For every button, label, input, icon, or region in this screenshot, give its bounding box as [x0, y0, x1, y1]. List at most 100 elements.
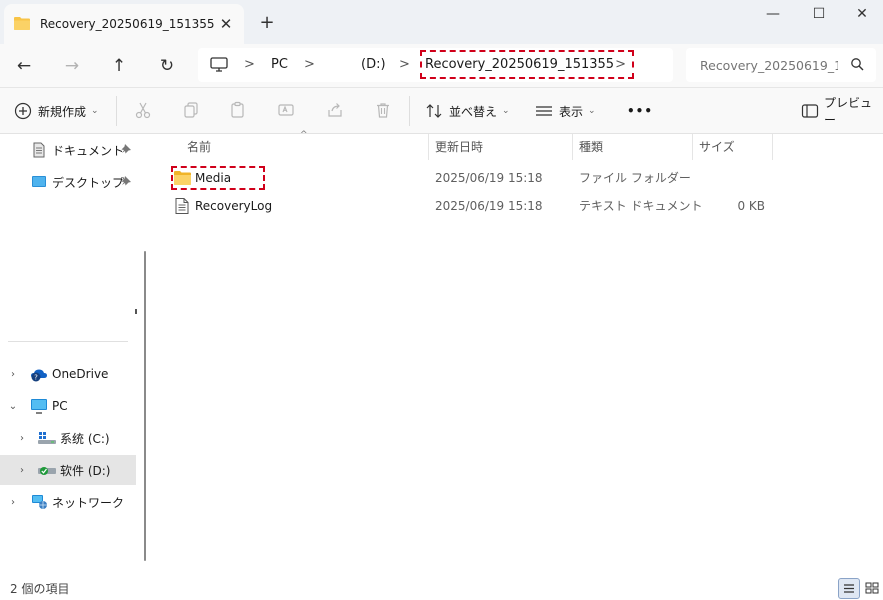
refresh-button[interactable]: ↻ — [152, 52, 182, 80]
new-button[interactable]: 新規作成 ⌄ — [14, 88, 99, 134]
preview-button[interactable]: プレビュー — [801, 88, 883, 134]
file-list: ^ 名前 更新日時 種類 サイズ Media 2025/06/19 15:18 … — [155, 130, 883, 577]
sidebar-item-documents[interactable]: ドキュメント — [0, 135, 136, 165]
breadcrumb-separator: > — [244, 57, 255, 72]
onedrive-icon: ? — [30, 366, 47, 382]
paste-icon[interactable] — [229, 101, 249, 121]
item-count: 2 個の項目 — [10, 582, 70, 596]
breadcrumb-current-folder[interactable]: Recovery_20250619_151355 > — [420, 50, 634, 79]
file-name: RecoveryLog — [195, 199, 273, 213]
trash-icon[interactable] — [374, 101, 394, 121]
tiles-view-icon[interactable] — [862, 578, 883, 599]
share-icon[interactable] — [326, 101, 346, 121]
list-view-icon — [535, 102, 553, 120]
sidebar-item-drive-c[interactable]: › 系统 (C:) — [0, 423, 136, 453]
sort-button-label: 並べ替え — [449, 104, 498, 119]
search-input[interactable] — [700, 48, 838, 82]
close-tab-button[interactable]: ✕ — [216, 14, 236, 34]
sidebar-item-label: 系统 (C:) — [60, 431, 110, 446]
sort-icon — [425, 102, 443, 120]
maximize-button[interactable]: ☐ — [797, 0, 841, 30]
pin-icon[interactable] — [121, 143, 132, 157]
breadcrumb-separator: > — [304, 57, 315, 72]
view-button-label: 表示 — [559, 104, 584, 119]
desktop-icon — [31, 174, 47, 190]
file-type: ファイル フォルダー — [579, 171, 691, 185]
column-header-type[interactable]: 種類 — [573, 134, 693, 160]
command-toolbar: 新規作成 ⌄ 並べ替え ⌄ 表示 ⌄ ••• プレビュー — [0, 88, 883, 134]
details-view-icon[interactable] — [838, 578, 860, 599]
view-button[interactable]: 表示 ⌄ — [535, 88, 596, 134]
sidebar-item-pc[interactable]: ⌄ PC — [0, 391, 136, 421]
pane-resize-handle[interactable] — [135, 309, 137, 314]
sidebar-item-label: OneDrive — [52, 367, 109, 381]
new-button-label: 新規作成 — [38, 104, 87, 119]
chevron-right-icon[interactable]: › — [7, 497, 19, 508]
file-modified: 2025/06/19 15:18 — [435, 171, 543, 185]
sidebar-divider — [8, 341, 128, 342]
pin-icon[interactable] — [121, 175, 132, 189]
minimize-button[interactable]: — — [751, 0, 795, 30]
up-button[interactable]: ↑ — [104, 52, 134, 80]
drive-d-icon — [38, 462, 56, 478]
file-size: 0 KB — [737, 199, 765, 213]
tab-title: Recovery_20250619_151355 — [40, 17, 215, 31]
rename-icon[interactable] — [277, 101, 297, 121]
sidebar-scrollbar[interactable] — [144, 251, 146, 561]
breadcrumb-drive-d[interactable]: (D:) — [361, 48, 386, 82]
highlight-box — [171, 166, 265, 190]
forward-button[interactable]: → — [57, 52, 87, 80]
plus-circle-icon — [14, 102, 32, 120]
back-button[interactable]: ← — [9, 52, 39, 80]
sidebar-item-drive-d[interactable]: › 软件 (D:) — [0, 455, 136, 485]
close-window-button[interactable]: ✕ — [840, 0, 883, 30]
chevron-down-icon[interactable]: ⌄ — [7, 401, 19, 412]
breadcrumb-chevron-icon[interactable]: > — [615, 52, 626, 77]
title-bar: Recovery_20250619_151355 ✕ + — ☐ ✕ — [0, 0, 883, 44]
drive-c-icon — [38, 429, 56, 445]
navigation-pane: ドキュメント デスクトップ › ? OneDrive ⌄ PC › 系统 (C:… — [0, 134, 155, 577]
address-bar[interactable]: > PC > (D:) > Recovery_20250619_151355 > — [198, 48, 673, 82]
breadcrumb-pc[interactable]: PC — [271, 48, 288, 82]
copy-icon[interactable] — [182, 101, 202, 121]
sidebar-item-network[interactable]: › ネットワーク — [0, 487, 136, 517]
cut-icon[interactable] — [134, 101, 154, 121]
preview-button-label: プレビュー — [824, 96, 873, 127]
monitor-icon — [210, 57, 228, 76]
more-options-button[interactable]: ••• — [627, 88, 653, 134]
search-icon[interactable] — [850, 57, 864, 71]
active-tab[interactable]: Recovery_20250619_151355 ✕ — [4, 4, 244, 44]
sidebar-item-label: ドキュメント — [52, 143, 125, 158]
chevron-right-icon[interactable]: › — [16, 433, 28, 444]
column-header-size[interactable]: サイズ — [693, 134, 773, 160]
table-row[interactable]: RecoveryLog 2025/06/19 15:18 テキスト ドキュメント… — [155, 193, 883, 219]
sidebar-item-label: PC — [52, 399, 68, 413]
folder-icon — [14, 16, 30, 33]
sidebar-item-desktop[interactable]: デスクトップ — [0, 167, 136, 197]
new-tab-button[interactable]: + — [256, 12, 278, 34]
file-size — [715, 165, 765, 191]
preview-pane-icon — [801, 102, 819, 120]
chevron-right-icon[interactable]: › — [7, 369, 19, 380]
document-icon — [31, 142, 47, 158]
sidebar-item-label: ネットワーク — [52, 495, 125, 510]
navigation-bar: ← → ↑ ↻ > PC > (D:) > Recovery_20250619_… — [0, 44, 883, 88]
sidebar-item-label: 软件 (D:) — [60, 463, 111, 478]
chevron-down-icon: ⌄ — [502, 106, 510, 116]
column-header-modified[interactable]: 更新日時 — [429, 134, 573, 160]
pc-icon — [30, 398, 47, 414]
toolbar-divider — [409, 96, 410, 126]
sidebar-item-onedrive[interactable]: › ? OneDrive — [0, 359, 136, 389]
sidebar-item-label: デスクトップ — [52, 175, 125, 190]
toolbar-divider — [116, 96, 117, 126]
search-box[interactable] — [686, 48, 876, 82]
chevron-down-icon: ⌄ — [588, 106, 596, 116]
column-divider[interactable] — [772, 134, 773, 160]
chevron-down-icon: ⌄ — [91, 106, 99, 116]
chevron-right-icon[interactable]: › — [16, 465, 28, 476]
breadcrumb-current-label: Recovery_20250619_151355 — [425, 57, 615, 72]
text-file-icon — [175, 198, 191, 214]
column-header-name[interactable]: 名前 — [181, 134, 429, 160]
sort-button[interactable]: 並べ替え ⌄ — [425, 88, 510, 134]
network-icon — [30, 494, 47, 510]
